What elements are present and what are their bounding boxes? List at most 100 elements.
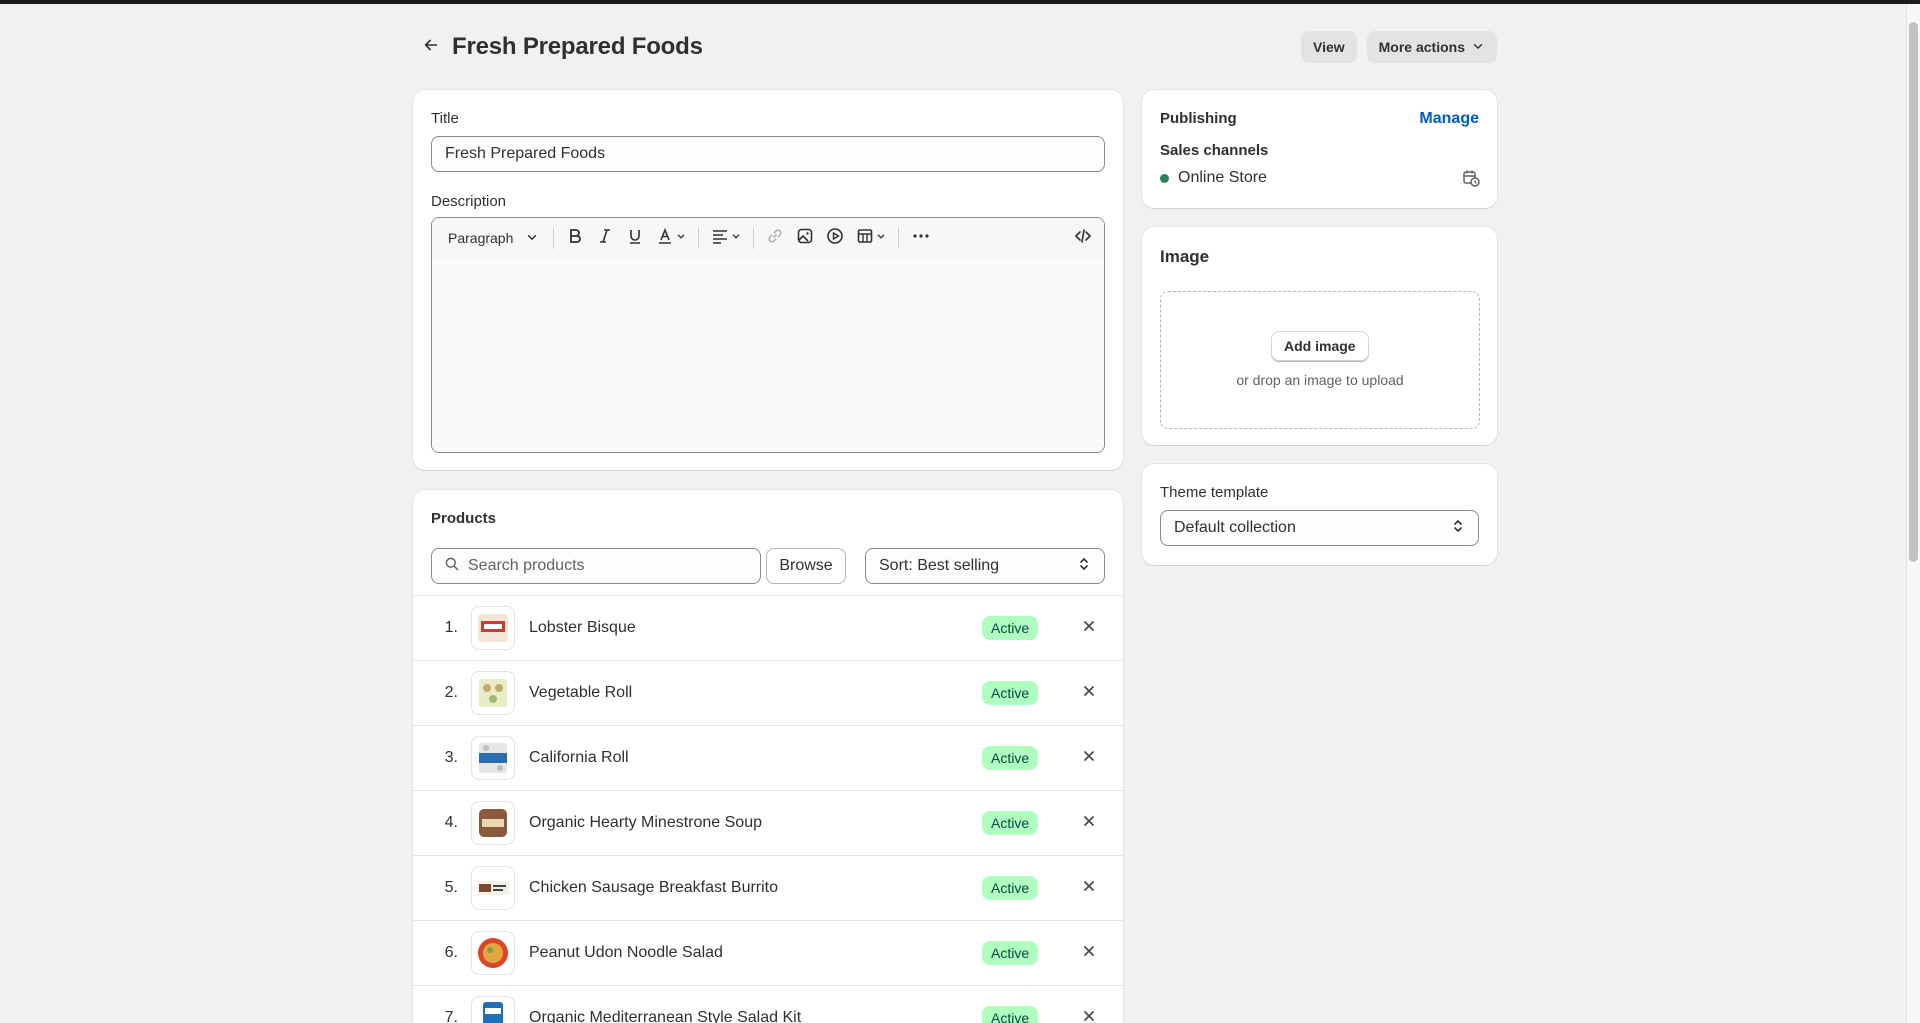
close-icon (1082, 749, 1096, 768)
drop-hint: or drop an image to upload (1236, 372, 1404, 388)
page-scrollbar[interactable] (1906, 4, 1920, 1023)
paragraph-format-label: Paragraph (448, 230, 514, 246)
chevron-down-icon (875, 229, 887, 247)
page-header: Fresh Prepared Foods View More actions (413, 28, 1497, 66)
view-button-label: View (1312, 39, 1345, 55)
window-top-bar (0, 0, 1920, 4)
insert-video-button[interactable] (820, 223, 850, 253)
image-icon (795, 226, 815, 251)
product-name[interactable]: California Roll (529, 749, 959, 767)
toolbar-divider (898, 227, 900, 249)
insert-link-button[interactable] (760, 223, 790, 253)
more-formatting-button[interactable] (905, 223, 937, 253)
description-editor-body[interactable] (432, 258, 1104, 452)
chevron-down-icon (525, 230, 539, 247)
products-heading: Products (431, 510, 497, 527)
page-title: Fresh Prepared Foods (452, 33, 703, 60)
play-circle-icon (825, 226, 845, 251)
bold-button[interactable] (560, 223, 590, 253)
product-thumbnail (471, 736, 515, 780)
link-icon (765, 226, 785, 251)
sort-select[interactable]: Sort: Best selling (865, 548, 1105, 584)
close-icon (1082, 619, 1096, 638)
code-icon (1073, 226, 1093, 251)
search-products-input[interactable]: Search products (431, 548, 761, 584)
theme-template-label: Theme template (1160, 484, 1269, 501)
product-thumbnail (471, 996, 515, 1023)
browse-button-label: Browse (779, 557, 833, 574)
theme-template-select[interactable]: Default collection (1160, 510, 1479, 546)
bold-icon (565, 226, 585, 251)
theme-template-card: Theme template Default collection (1142, 464, 1497, 565)
chevron-down-icon (675, 229, 687, 247)
product-rank: 1. (444, 619, 458, 636)
channel-name: Online Store (1178, 169, 1267, 186)
remove-product-button[interactable] (1079, 813, 1099, 833)
search-icon (444, 556, 460, 577)
back-button[interactable] (415, 31, 447, 63)
sales-channels-label: Sales channels (1160, 142, 1269, 159)
product-row[interactable]: 2. Vegetable Roll Active (413, 660, 1123, 725)
schedule-publishing-button[interactable] (1461, 168, 1481, 188)
browse-button[interactable]: Browse (766, 548, 846, 584)
close-icon (1082, 944, 1096, 963)
status-badge: Active (982, 746, 1039, 770)
product-thumbnail (471, 671, 515, 715)
status-badge: Active (982, 876, 1039, 900)
text-color-icon (655, 226, 675, 251)
manage-link[interactable]: Manage (1419, 110, 1479, 128)
product-name[interactable]: Organic Mediterranean Style Salad Kit (529, 1009, 959, 1023)
remove-product-button[interactable] (1079, 1008, 1099, 1023)
chevron-down-icon (1471, 39, 1485, 56)
details-card: Title Fresh Prepared Foods Description P… (413, 90, 1123, 470)
theme-template-value: Default collection (1174, 519, 1296, 536)
product-thumbnail (471, 801, 515, 845)
more-actions-button[interactable]: More actions (1366, 31, 1497, 63)
remove-product-button[interactable] (1079, 943, 1099, 963)
product-name[interactable]: Chicken Sausage Breakfast Burrito (529, 879, 959, 897)
show-html-button[interactable] (1068, 223, 1098, 253)
title-input-value: Fresh Prepared Foods (445, 145, 606, 162)
arrow-left-icon (422, 36, 440, 59)
remove-product-button[interactable] (1079, 748, 1099, 768)
ellipsis-icon (910, 226, 932, 251)
align-dropdown[interactable] (705, 223, 747, 253)
product-name[interactable]: Peanut Udon Noodle Salad (529, 944, 959, 962)
underline-button[interactable] (620, 223, 650, 253)
description-editor: Paragraph (431, 217, 1105, 453)
product-name[interactable]: Vegetable Roll (529, 684, 959, 702)
status-badge: Active (982, 1006, 1039, 1023)
paragraph-format-dropdown[interactable]: Paragraph (440, 223, 547, 253)
product-thumbnail (471, 931, 515, 975)
insert-image-button[interactable] (790, 223, 820, 253)
header-actions: View More actions (1300, 31, 1497, 63)
product-row[interactable]: 3. California Roll Active (413, 725, 1123, 790)
calendar-clock-icon (1461, 170, 1481, 192)
italic-button[interactable] (590, 223, 620, 253)
remove-product-button[interactable] (1079, 618, 1099, 638)
product-name[interactable]: Organic Hearty Minestrone Soup (529, 814, 959, 832)
product-name[interactable]: Lobster Bisque (529, 619, 959, 637)
product-thumbnail (471, 606, 515, 650)
product-row[interactable]: 4. Organic Hearty Minestrone Soup Active (413, 790, 1123, 855)
channel-status-dot (1160, 173, 1169, 183)
sort-select-value: Sort: Best selling (879, 557, 1000, 574)
view-button[interactable]: View (1300, 31, 1357, 63)
close-icon (1082, 1009, 1096, 1023)
sales-channel-item: Online Store (1160, 169, 1267, 187)
product-row[interactable]: 1. Lobster Bisque Active (413, 595, 1123, 660)
title-input[interactable]: Fresh Prepared Foods (431, 136, 1105, 172)
text-color-dropdown[interactable] (650, 223, 692, 253)
product-row[interactable]: 7. Organic Mediterranean Style Salad Kit… (413, 985, 1123, 1023)
product-row[interactable]: 5. Chicken Sausage Breakfast Burrito Act… (413, 855, 1123, 920)
image-dropzone[interactable]: Add image or drop an image to upload (1160, 291, 1480, 429)
product-rank: 7. (444, 1009, 458, 1023)
scrollbar-thumb[interactable] (1909, 22, 1918, 562)
product-thumbnail (471, 866, 515, 910)
product-row[interactable]: 6. Peanut Udon Noodle Salad Active (413, 920, 1123, 985)
remove-product-button[interactable] (1079, 683, 1099, 703)
remove-product-button[interactable] (1079, 878, 1099, 898)
close-icon (1082, 814, 1096, 833)
insert-table-dropdown[interactable] (850, 223, 892, 253)
add-image-button[interactable]: Add image (1271, 331, 1369, 361)
